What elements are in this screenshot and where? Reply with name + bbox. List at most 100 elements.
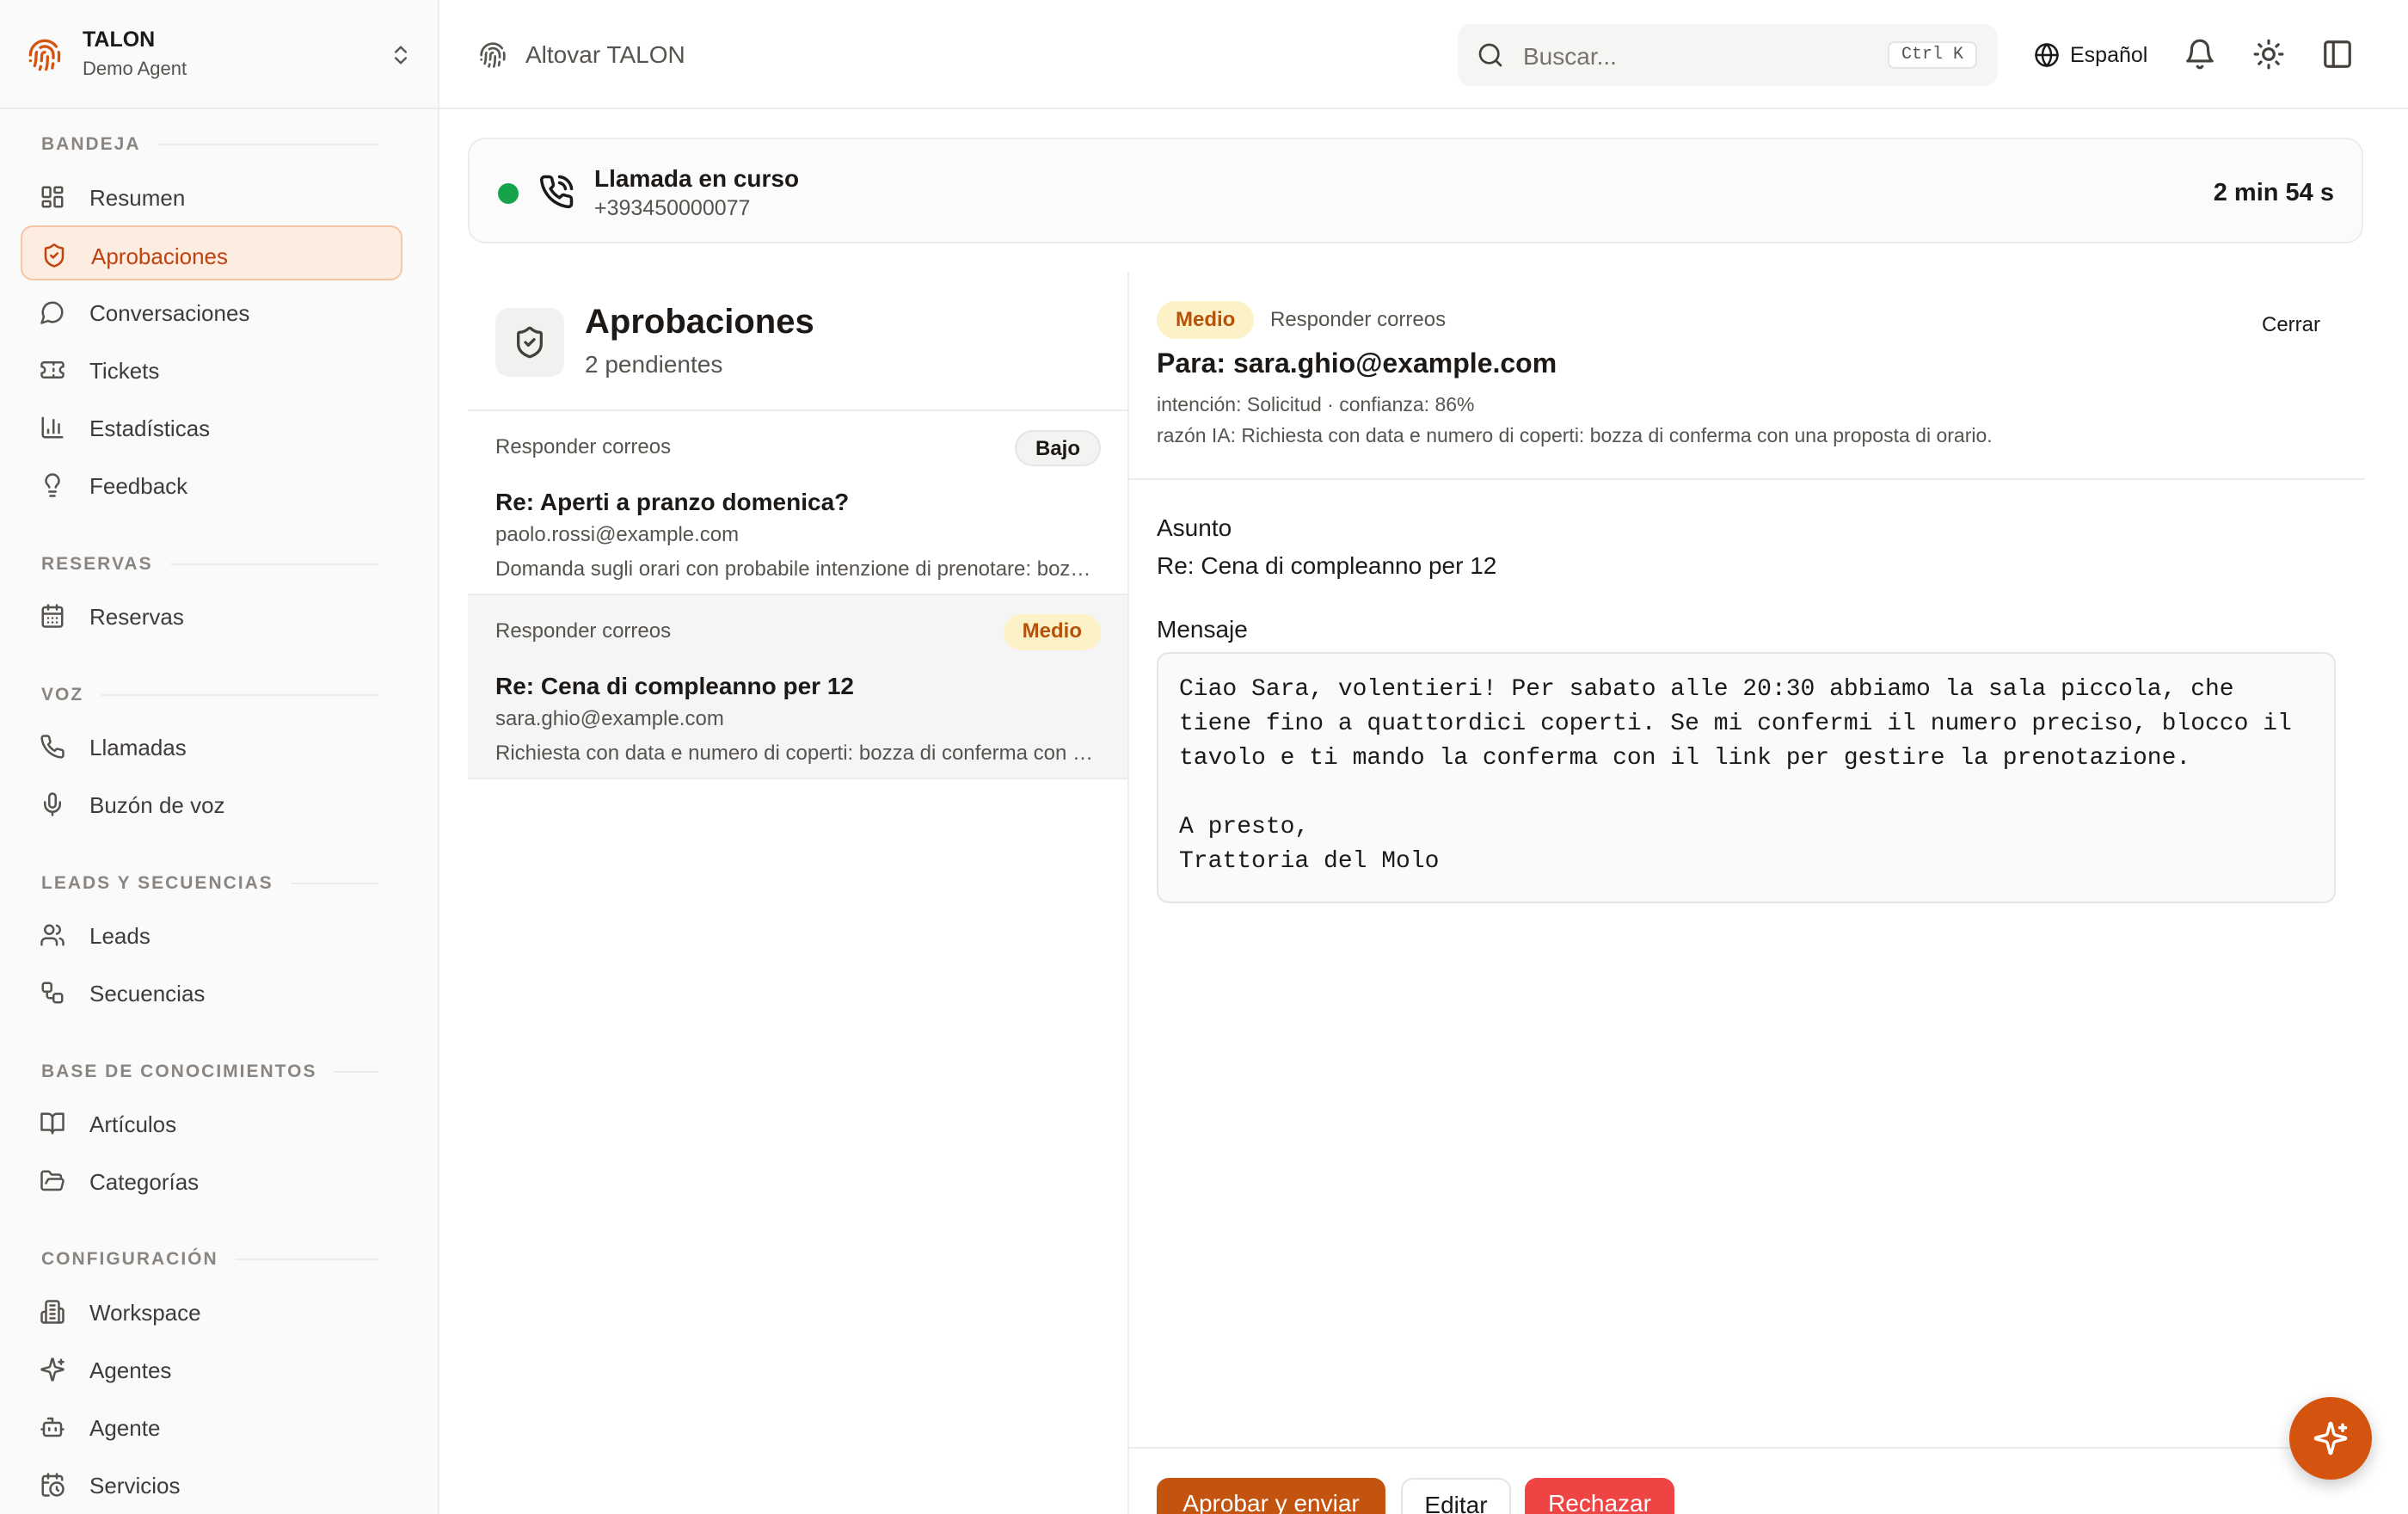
message-body[interactable]: Ciao Sara, volentieri! Per sabato alle 2… <box>1157 652 2336 903</box>
bot-icon <box>40 1417 64 1437</box>
call-in-progress-banner[interactable]: Llamada en curso +393450000077 2 min 54 … <box>468 138 2363 243</box>
sidebar-item-label: Reservas <box>89 604 184 630</box>
approve-and-send-button[interactable]: Aprobar y enviar <box>1157 1478 1385 1514</box>
sidebar-item-aprobaciones[interactable]: Aprobaciones <box>21 225 402 280</box>
sidebar-item-label: Estadísticas <box>89 415 211 441</box>
sidebar-item-buzon-de-voz[interactable]: Buzón de voz <box>21 776 402 831</box>
reject-button[interactable]: Rechazar <box>1525 1478 1674 1514</box>
sidebar-item-estadisticas[interactable]: Estadísticas <box>21 399 402 454</box>
section-leads: LEADS Y SECUENCIAS <box>41 871 379 896</box>
sidebar-item-tickets[interactable]: Tickets <box>21 342 402 397</box>
approval-sender: sara.ghio@example.com <box>495 707 724 730</box>
microphone-icon <box>44 792 61 816</box>
sidebar-item-label: Buzón de voz <box>89 792 225 818</box>
divider <box>1129 478 2365 480</box>
fingerprint-logo-icon <box>28 39 61 71</box>
search-input[interactable]: Buscar... Ctrl K <box>1458 24 1998 86</box>
sparkles-icon <box>2313 1421 2348 1456</box>
sidebar-item-label: Categorías <box>89 1169 200 1195</box>
approval-list-item[interactable]: Responder correos Bajo Re: Aperti a pran… <box>468 411 1128 595</box>
sidebar-item-label: Secuencias <box>89 981 206 1006</box>
phone-icon <box>40 735 64 759</box>
search-icon <box>1478 43 1502 67</box>
priority-badge: Medio <box>1003 614 1101 650</box>
sidebar-item-feedback[interactable]: Feedback <box>21 457 402 512</box>
sidebar-item-label: Aprobaciones <box>91 243 228 269</box>
sidebar-item-resumen[interactable]: Resumen <box>21 169 402 224</box>
calendar-icon <box>41 604 64 628</box>
sidebar-item-conversaciones[interactable]: Conversaciones <box>21 284 402 339</box>
ai-assistant-button[interactable] <box>2289 1397 2372 1480</box>
sidebar-item-label: Leads <box>89 923 150 949</box>
call-duration: 2 min 54 s <box>2213 179 2334 206</box>
approval-list-item-selected[interactable]: Responder correos Medio Re: Cena di comp… <box>468 595 1128 779</box>
recipient: Para: sara.ghio@example.com <box>1157 348 1557 378</box>
sidebar-item-label: Servicios <box>89 1473 181 1499</box>
sidebar-item-label: Workspace <box>89 1300 201 1326</box>
ai-reason: razón IA: Richiesta con data e numero di… <box>1157 424 1993 446</box>
sidebar-item-llamadas[interactable]: Llamadas <box>21 718 402 773</box>
bar-chart-icon <box>41 416 64 439</box>
section-title: VOZ <box>41 685 84 705</box>
section-title: RESERVAS <box>41 554 153 574</box>
sidebar-item-label: Llamadas <box>89 735 187 760</box>
approval-sender: paolo.rossi@example.com <box>495 523 740 546</box>
section-configuracion: CONFIGURACIÓN <box>41 1246 379 1272</box>
dashboard-icon <box>41 186 64 208</box>
sidebar-item-label: Resumen <box>89 185 186 211</box>
approvals-header-icon <box>495 308 564 377</box>
approval-category: Responder correos <box>1270 308 1447 331</box>
building-icon <box>40 1300 64 1324</box>
fingerprint-icon <box>480 42 506 68</box>
approval-subject: Re: Aperti a pranzo domenica? <box>495 489 850 515</box>
sun-icon[interactable] <box>2252 38 2285 71</box>
section-title: BASE DE CONOCIMIENTOS <box>41 1062 317 1081</box>
pending-count: 2 pendientes <box>585 351 723 378</box>
page-title: Aprobaciones <box>585 303 814 341</box>
phone-call-icon <box>539 175 574 209</box>
approval-category: Responder correos <box>495 619 672 643</box>
priority-badge: Bajo <box>1014 430 1101 466</box>
approval-subject: Re: Cena di compleanno per 12 <box>495 673 854 699</box>
sidebar-item-categorias[interactable]: Categorías <box>21 1153 402 1208</box>
chat-bubble-icon <box>40 301 64 324</box>
subject-label: Asunto <box>1157 514 1232 541</box>
sidebar-item-label: Feedback <box>89 473 188 499</box>
approval-preview: Domanda sugli orari con probabile intenz… <box>495 557 1097 581</box>
bell-icon[interactable] <box>2184 38 2216 71</box>
language-label: Español <box>2070 42 2148 67</box>
search-placeholder: Buscar... <box>1523 43 1617 70</box>
sidebar-item-agente[interactable]: Agente <box>21 1399 402 1454</box>
close-button[interactable]: Cerrar <box>2262 313 2320 337</box>
app-title: Altovar TALON <box>525 41 685 68</box>
workspace-subtitle: Demo Agent <box>83 58 187 79</box>
workspace-switcher[interactable]: TALON Demo Agent <box>0 0 438 109</box>
top-bar: Altovar TALON Buscar... Ctrl K Español <box>439 0 2408 109</box>
message-label: Mensaje <box>1157 616 1248 643</box>
sidebar-item-reservas[interactable]: Reservas <box>21 588 402 643</box>
sidebar-item-agentes[interactable]: Agentes <box>21 1341 402 1396</box>
sidebar-item-secuencias[interactable]: Secuencias <box>21 964 402 1019</box>
section-title: CONFIGURACIÓN <box>41 1249 218 1269</box>
sidebar-item-leads[interactable]: Leads <box>21 907 402 962</box>
edit-button[interactable]: Editar <box>1401 1478 1511 1514</box>
globe-icon <box>2035 43 2059 68</box>
call-number: +393450000077 <box>594 196 751 220</box>
language-selector[interactable]: Español <box>2034 31 2147 79</box>
sidebar-item-label: Artículos <box>89 1111 177 1137</box>
sidebar: TALON Demo Agent BANDEJA Resumen Aprobac… <box>0 0 439 1514</box>
priority-badge: Medio <box>1157 301 1255 339</box>
calendar-clock-icon <box>41 1473 64 1497</box>
ticket-icon <box>40 361 64 378</box>
shield-check-icon <box>44 243 64 268</box>
approval-detail-pane: Medio Responder correos Cerrar Para: sar… <box>1127 272 2365 1514</box>
section-title: BANDEJA <box>41 134 141 154</box>
sidebar-item-servicios[interactable]: Servicios <box>21 1456 402 1511</box>
chevrons-up-down-icon[interactable] <box>389 41 413 69</box>
panel-toggle-icon[interactable] <box>2321 38 2354 71</box>
sidebar-item-articulos[interactable]: Artículos <box>21 1095 402 1150</box>
section-voz: VOZ <box>41 682 379 708</box>
intent-confidence: intención: Solicitud · confianza: 86% <box>1157 393 1475 415</box>
sidebar-item-workspace[interactable]: Workspace <box>21 1283 402 1339</box>
sidebar-item-label: Tickets <box>89 358 160 384</box>
